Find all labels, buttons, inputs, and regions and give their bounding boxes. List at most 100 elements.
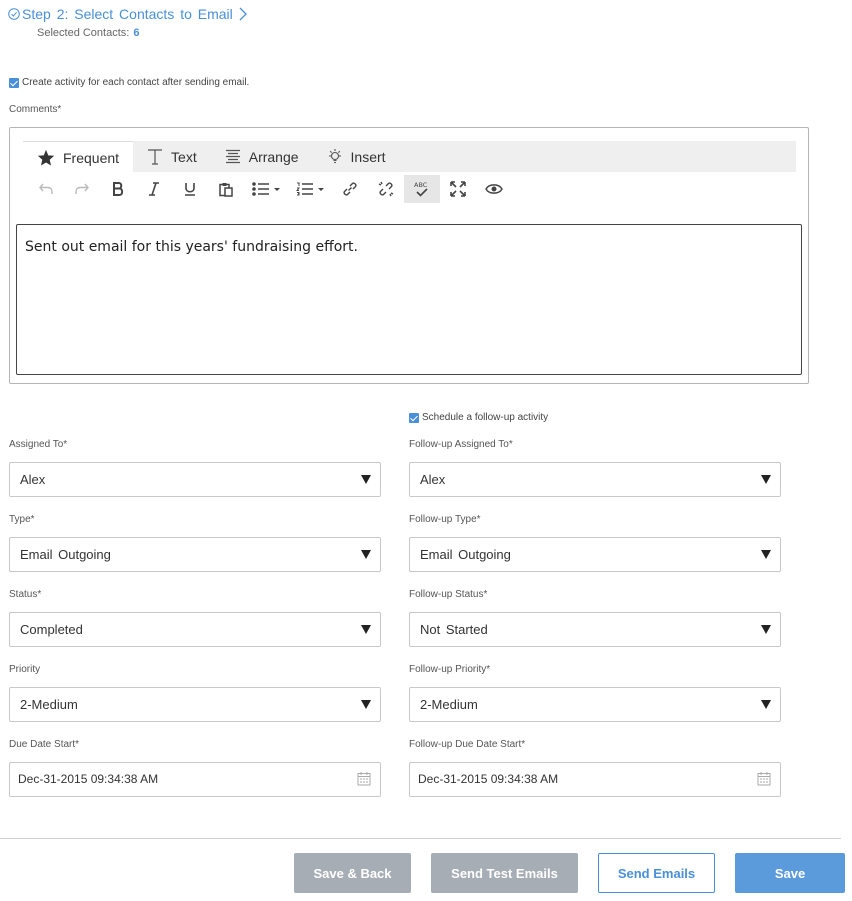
link-icon bbox=[343, 182, 357, 196]
assigned-to-label: Assigned To* bbox=[9, 439, 68, 450]
chevron-right-icon[interactable] bbox=[239, 7, 247, 21]
comments-text[interactable]: Sent out email for this years' fundraisi… bbox=[25, 239, 358, 255]
follow-up-label: Schedule a follow-up activity bbox=[422, 412, 549, 423]
underline-button[interactable] bbox=[172, 175, 208, 203]
bulb-icon bbox=[328, 149, 341, 164]
unlink-button[interactable] bbox=[368, 175, 404, 203]
type-label: Type* bbox=[9, 514, 35, 525]
unlink-icon bbox=[378, 181, 394, 197]
undo-button[interactable] bbox=[28, 175, 64, 203]
create-activity-checkbox[interactable] bbox=[9, 77, 19, 88]
comments-label: Comments* bbox=[9, 104, 62, 115]
eye-icon bbox=[485, 184, 503, 194]
follow-up-due-date-input[interactable]: Dec-31-2015 09:34:38 AM bbox=[409, 762, 781, 797]
status-value: Completed bbox=[20, 622, 83, 637]
type-value: Email Outgoing bbox=[20, 547, 111, 562]
tab-text[interactable]: Text bbox=[133, 141, 211, 172]
comments-text-area[interactable]: Sent out email for this years' fundraisi… bbox=[16, 224, 802, 375]
fullscreen-button[interactable] bbox=[440, 175, 476, 203]
expand-icon bbox=[450, 181, 466, 197]
clipboard-icon bbox=[219, 182, 233, 197]
follow-up-type-value: Email Outgoing bbox=[420, 547, 511, 562]
tab-label: Frequent bbox=[63, 149, 120, 166]
save-back-button[interactable]: Save & Back bbox=[294, 853, 411, 893]
priority-select[interactable]: 2-Medium bbox=[9, 687, 381, 722]
priority-value: 2-Medium bbox=[20, 697, 78, 712]
redo-button[interactable] bbox=[64, 175, 100, 203]
link-button[interactable] bbox=[332, 175, 368, 203]
selected-contacts: Selected Contacts: 6 bbox=[37, 27, 139, 39]
tab-label: Arrange bbox=[248, 148, 299, 165]
bold-button[interactable] bbox=[100, 175, 136, 203]
follow-up-checkbox-row[interactable]: Schedule a follow-up activity bbox=[409, 412, 548, 423]
calendar-icon[interactable] bbox=[357, 771, 371, 786]
numbered-list-icon bbox=[296, 182, 324, 196]
selected-contacts-count[interactable]: 6 bbox=[133, 27, 139, 39]
dropdown-arrow-icon bbox=[361, 550, 371, 559]
dropdown-arrow-icon bbox=[761, 475, 771, 484]
follow-up-checkbox[interactable] bbox=[409, 412, 419, 423]
tab-label: Text bbox=[171, 148, 197, 165]
create-activity-label: Create activity for each contact after s… bbox=[22, 77, 250, 88]
text-icon bbox=[148, 149, 163, 165]
dropdown-arrow-icon bbox=[361, 475, 371, 484]
assigned-to-value: Alex bbox=[20, 472, 46, 487]
follow-up-due-date-value: Dec-31-2015 09:34:38 AM bbox=[418, 772, 559, 786]
follow-up-type-label: Follow-up Type* bbox=[409, 514, 481, 525]
bold-icon bbox=[113, 182, 124, 196]
create-activity-checkbox-row[interactable]: Create activity for each contact after s… bbox=[9, 77, 249, 88]
due-date-input[interactable]: Dec-31-2015 09:34:38 AM bbox=[9, 762, 381, 797]
spellcheck-button[interactable]: ABC bbox=[404, 175, 440, 203]
type-select[interactable]: Email Outgoing bbox=[9, 537, 381, 572]
step-title: Step 2: Select Contacts to Email bbox=[22, 6, 233, 22]
footer-divider bbox=[0, 838, 841, 839]
save-button[interactable]: Save bbox=[735, 853, 845, 893]
bullet-list-icon bbox=[252, 182, 280, 196]
svg-text:ABC: ABC bbox=[414, 181, 428, 189]
align-icon bbox=[225, 149, 240, 164]
tab-label: Insert bbox=[350, 148, 386, 165]
tab-frequent[interactable]: Frequent bbox=[23, 141, 134, 173]
follow-up-priority-select[interactable]: 2-Medium bbox=[409, 687, 781, 722]
due-date-value: Dec-31-2015 09:34:38 AM bbox=[18, 772, 159, 786]
italic-button[interactable] bbox=[136, 175, 172, 203]
send-emails-button[interactable]: Send Emails bbox=[598, 853, 715, 893]
follow-up-priority-label: Follow-up Priority* bbox=[409, 664, 491, 675]
assigned-to-select[interactable]: Alex bbox=[9, 462, 381, 497]
follow-up-assigned-to-value: Alex bbox=[420, 472, 446, 487]
due-date-label: Due Date Start* bbox=[9, 739, 80, 750]
dropdown-arrow-icon bbox=[761, 700, 771, 709]
underline-icon bbox=[185, 183, 195, 196]
selected-contacts-label: Selected Contacts: bbox=[37, 27, 130, 39]
follow-up-status-value: Not Started bbox=[420, 622, 488, 637]
status-select[interactable]: Completed bbox=[9, 612, 381, 647]
spellcheck-icon: ABC bbox=[414, 181, 428, 197]
dropdown-arrow-icon bbox=[361, 625, 371, 634]
follow-up-status-label: Follow-up Status* bbox=[409, 589, 488, 600]
star-icon bbox=[37, 149, 55, 166]
step-header: Step 2: Select Contacts to Email bbox=[8, 6, 247, 22]
check-circle-icon bbox=[8, 8, 20, 20]
undo-icon bbox=[39, 183, 53, 194]
tab-arrange[interactable]: Arrange bbox=[211, 141, 313, 172]
numbered-list-button[interactable] bbox=[288, 175, 332, 203]
comments-editor: Frequent Text Arrange Insert ABC Sent ou… bbox=[9, 127, 809, 384]
editor-toolbar: ABC bbox=[28, 174, 512, 204]
follow-up-assigned-to-label: Follow-up Assigned To* bbox=[409, 439, 513, 450]
redo-icon bbox=[75, 183, 89, 194]
send-test-emails-button[interactable]: Send Test Emails bbox=[431, 853, 578, 893]
follow-up-due-date-label: Follow-up Due Date Start* bbox=[409, 739, 526, 750]
preview-button[interactable] bbox=[476, 175, 512, 203]
tab-insert[interactable]: Insert bbox=[313, 141, 400, 172]
follow-up-status-select[interactable]: Not Started bbox=[409, 612, 781, 647]
editor-tabs: Frequent Text Arrange Insert bbox=[23, 141, 796, 173]
follow-up-priority-value: 2-Medium bbox=[420, 697, 478, 712]
follow-up-assigned-to-select[interactable]: Alex bbox=[409, 462, 781, 497]
status-label: Status* bbox=[9, 589, 42, 600]
italic-icon bbox=[149, 182, 159, 196]
calendar-icon[interactable] bbox=[757, 771, 771, 786]
bullet-list-button[interactable] bbox=[244, 175, 288, 203]
follow-up-type-select[interactable]: Email Outgoing bbox=[409, 537, 781, 572]
paste-button[interactable] bbox=[208, 175, 244, 203]
dropdown-arrow-icon bbox=[761, 625, 771, 634]
